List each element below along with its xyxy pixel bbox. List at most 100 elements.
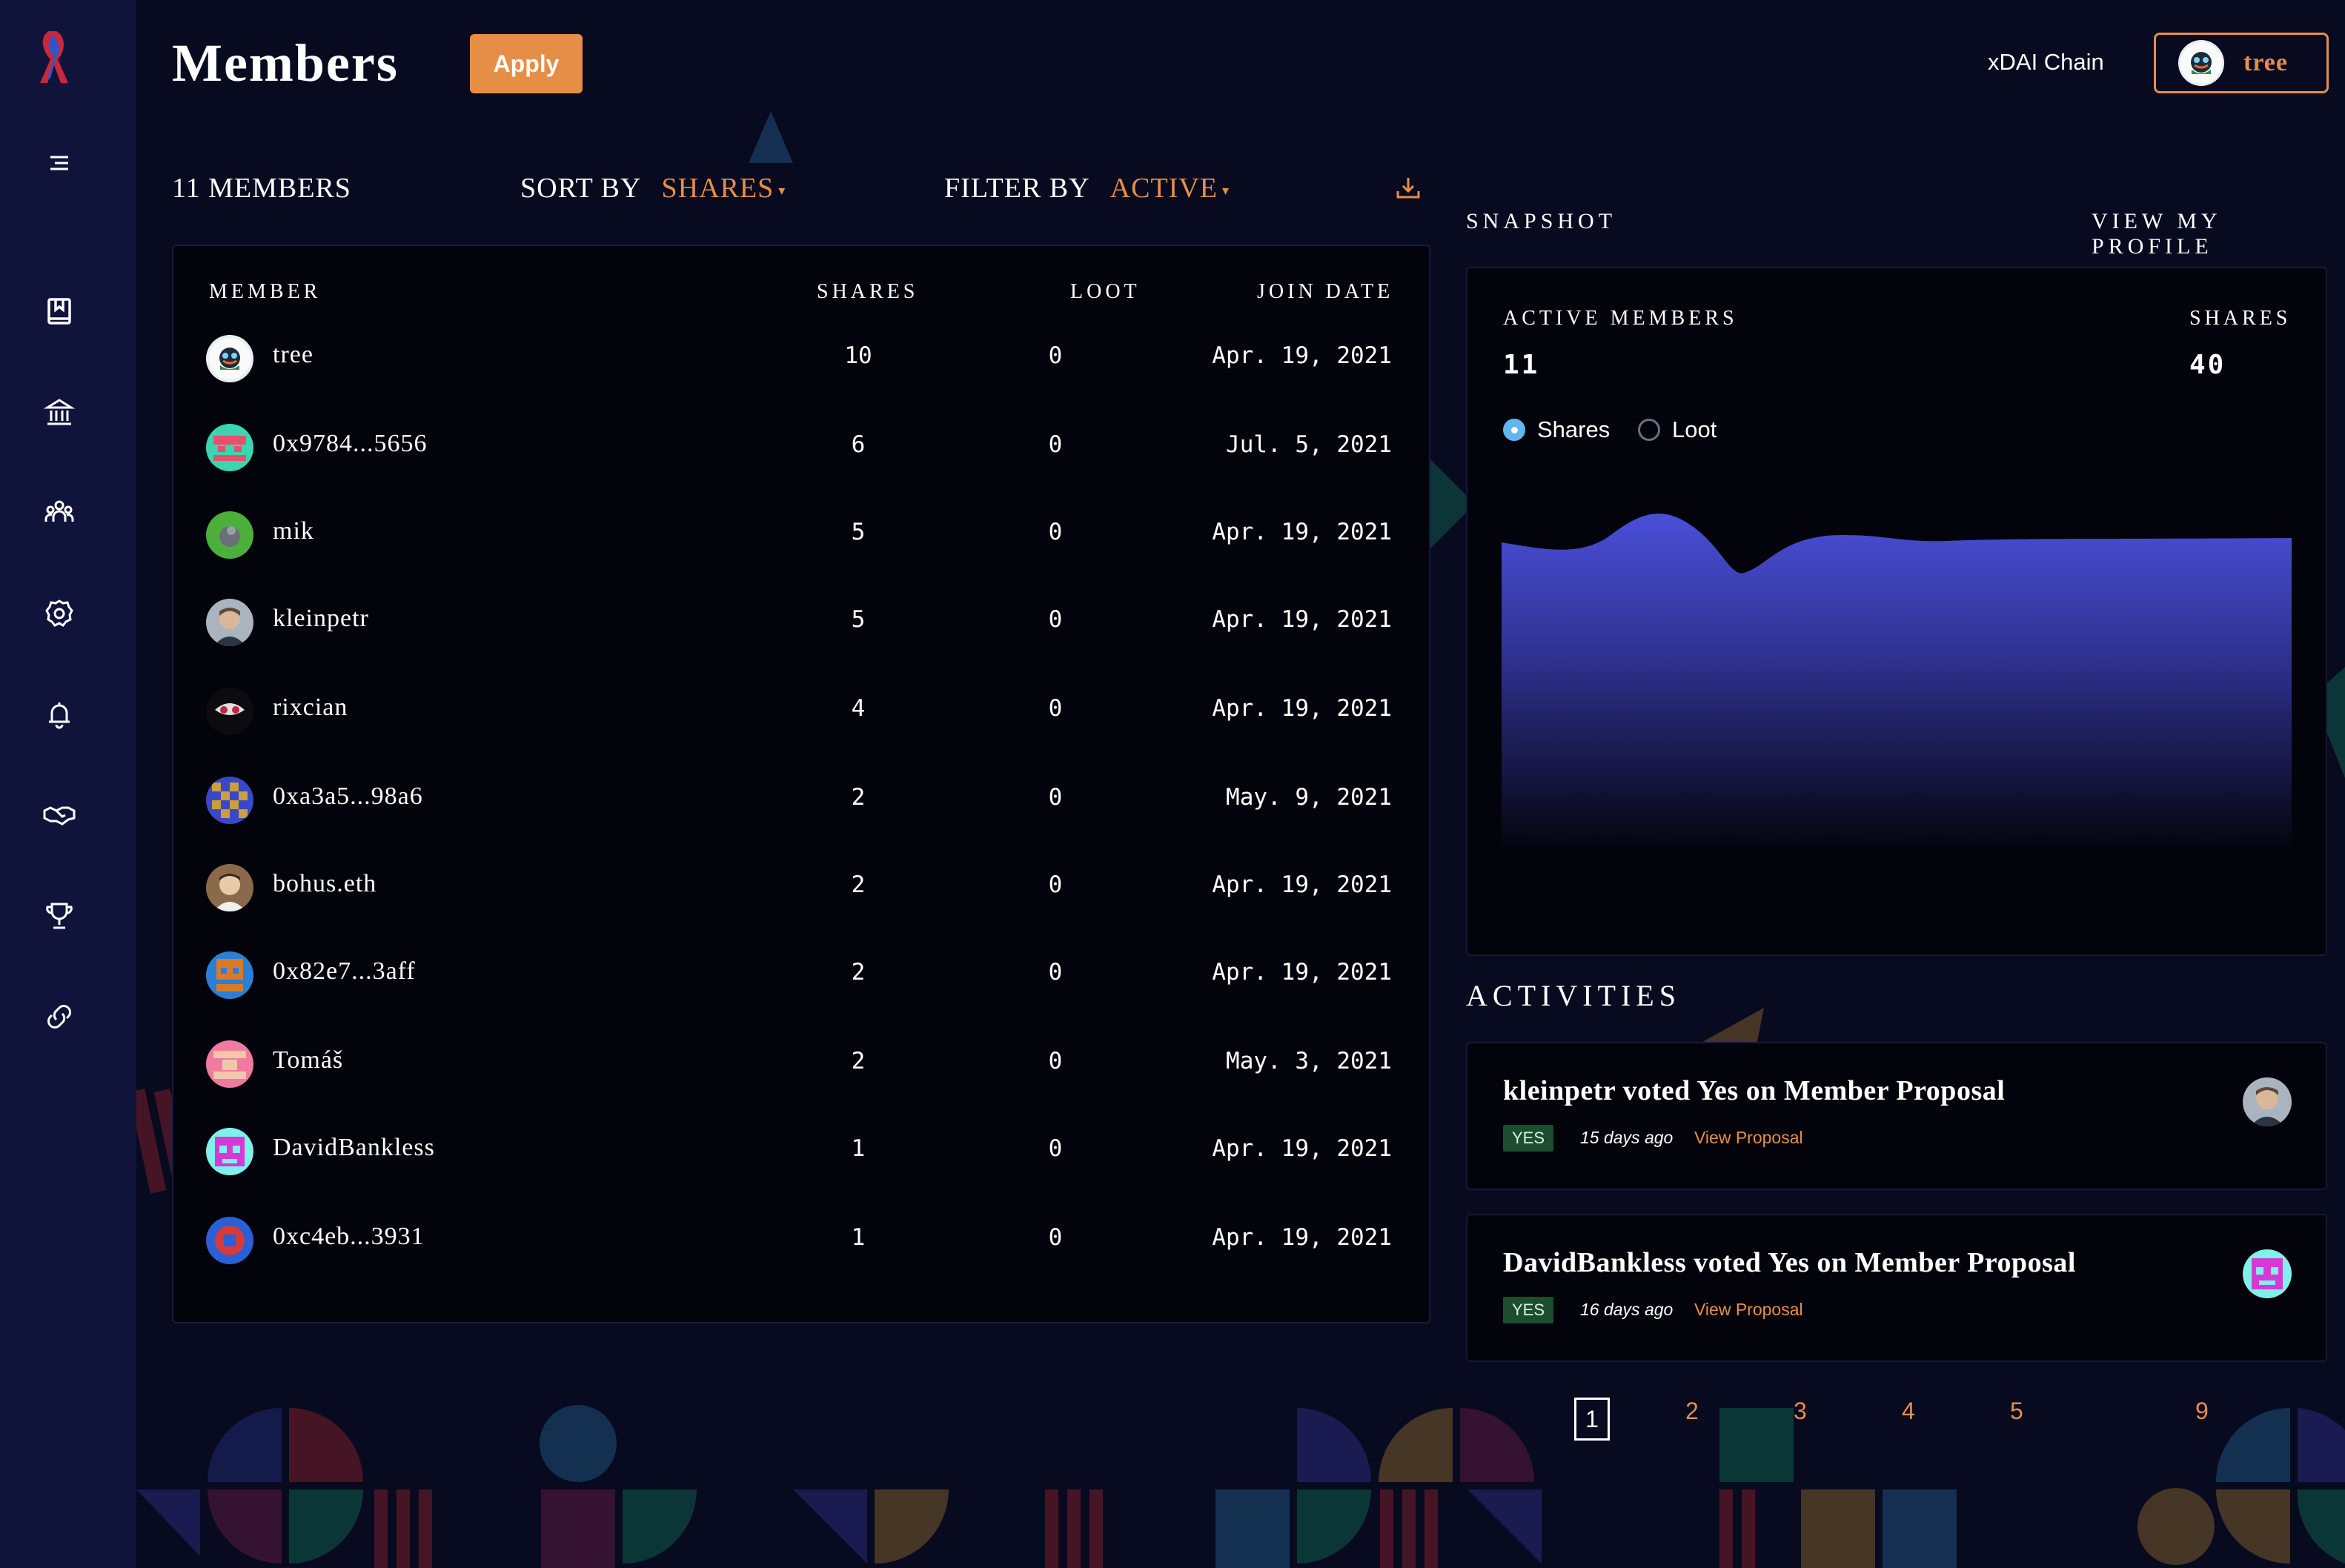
page-1-button[interactable]: 1 xyxy=(1574,1398,1610,1441)
member-join-date: Apr. 19, 2021 xyxy=(1212,871,1392,898)
member-loot: 0 xyxy=(1048,342,1063,369)
member-loot: 0 xyxy=(1048,784,1063,811)
apply-button[interactable]: Apply xyxy=(470,34,583,93)
avatar[interactable] xyxy=(206,951,253,999)
member-name[interactable]: mik xyxy=(273,517,314,545)
chain-indicator[interactable]: xDAI Chain xyxy=(1988,49,2104,76)
member-shares: 10 xyxy=(844,342,872,369)
table-row[interactable]: 0xc4eb...3931 1 0 Apr. 19, 2021 xyxy=(206,1211,1392,1270)
table-row[interactable]: 0xa3a5...98a6 2 0 May. 9, 2021 xyxy=(206,771,1392,830)
page-4-button[interactable]: 4 xyxy=(1902,1398,1915,1425)
avatar[interactable] xyxy=(206,688,253,735)
page-5-button[interactable]: 5 xyxy=(2010,1398,2023,1425)
page-9-button[interactable]: 9 xyxy=(2195,1398,2209,1425)
snapshot-label: SNAPSHOT xyxy=(1466,209,1617,233)
member-shares: 1 xyxy=(851,1135,866,1162)
member-name[interactable]: Tomáš xyxy=(273,1046,343,1074)
view-profile-link[interactable]: VIEW MY PROFILE xyxy=(2092,209,2345,259)
avatar[interactable] xyxy=(206,777,253,824)
column-header-join-date[interactable]: JOIN DATE xyxy=(1257,280,1393,304)
member-count: 11 MEMBERS xyxy=(172,173,351,204)
radio-loot-label: Loot xyxy=(1672,416,1717,442)
user-profile-button[interactable]: tree xyxy=(2154,33,2329,93)
chevron-down-icon[interactable]: ▾ xyxy=(778,183,786,199)
table-row[interactable]: 0x9784...5656 6 0 Jul. 5, 2021 xyxy=(206,418,1392,477)
member-loot: 0 xyxy=(1048,1224,1063,1251)
member-name[interactable]: bohus.eth xyxy=(273,870,377,898)
avatar xyxy=(2178,40,2224,86)
column-header-loot[interactable]: LOOT xyxy=(1070,280,1141,304)
member-shares: 4 xyxy=(851,695,866,722)
member-name[interactable]: tree xyxy=(273,341,314,369)
chevron-down-icon[interactable]: ▾ xyxy=(1222,183,1230,199)
view-proposal-link[interactable]: View Proposal xyxy=(1694,1300,1803,1320)
radio-shares[interactable]: Shares xyxy=(1503,416,1610,443)
member-name[interactable]: rixcian xyxy=(273,694,348,722)
member-name[interactable]: 0xa3a5...98a6 xyxy=(273,783,423,811)
table-row[interactable]: DavidBankless 1 0 Apr. 19, 2021 xyxy=(206,1122,1392,1181)
member-loot: 0 xyxy=(1048,1048,1063,1074)
member-name[interactable]: 0xc4eb...3931 xyxy=(273,1223,425,1251)
radio-button[interactable] xyxy=(1503,419,1525,441)
member-join-date: Apr. 19, 2021 xyxy=(1212,959,1392,986)
active-members-label: ACTIVE MEMBERS xyxy=(1503,307,1738,330)
member-shares: 6 xyxy=(851,431,866,458)
avatar[interactable] xyxy=(206,1217,253,1264)
member-join-date: Apr. 19, 2021 xyxy=(1212,1135,1392,1162)
page-3-button[interactable]: 3 xyxy=(1794,1398,1807,1425)
view-proposal-link[interactable]: View Proposal xyxy=(1694,1128,1803,1148)
member-loot: 0 xyxy=(1048,431,1063,458)
member-join-date: Apr. 19, 2021 xyxy=(1212,606,1392,633)
table-row[interactable]: rixcian 4 0 Apr. 19, 2021 xyxy=(206,682,1392,741)
radio-button[interactable] xyxy=(1638,419,1660,441)
table-row[interactable]: kleinpetr 5 0 Apr. 19, 2021 xyxy=(206,593,1392,652)
member-name[interactable]: DavidBankless xyxy=(273,1134,435,1162)
member-loot: 0 xyxy=(1048,871,1063,898)
main-content: Members Apply xDAI Chain tree 11 MEMBERS… xyxy=(0,0,2345,1568)
member-join-date: Apr. 19, 2021 xyxy=(1212,1224,1392,1251)
member-join-date: Apr. 19, 2021 xyxy=(1212,342,1392,369)
table-row[interactable]: bohus.eth 2 0 Apr. 19, 2021 xyxy=(206,858,1392,917)
member-shares: 2 xyxy=(851,871,866,898)
member-loot: 0 xyxy=(1048,695,1063,722)
page-title: Members xyxy=(172,33,399,93)
snapshot-card: ACTIVE MEMBERS 11 SHARES 40 Shares Loot xyxy=(1466,267,2327,956)
radio-shares-label: Shares xyxy=(1537,416,1611,442)
page-2-button[interactable]: 2 xyxy=(1685,1398,1699,1425)
member-join-date: May. 3, 2021 xyxy=(1226,1048,1392,1074)
sort-control[interactable]: SORT BY SHARES ▾ xyxy=(520,172,786,205)
member-shares: 2 xyxy=(851,959,866,986)
sort-value[interactable]: SHARES xyxy=(662,173,775,204)
filter-control[interactable]: FILTER BY ACTIVE ▾ xyxy=(944,172,1230,205)
table-row[interactable]: mik 5 0 Apr. 19, 2021 xyxy=(206,505,1392,565)
avatar[interactable] xyxy=(2243,1249,2292,1298)
table-row[interactable]: 0x82e7...3aff 2 0 Apr. 19, 2021 xyxy=(206,946,1392,1005)
filter-value[interactable]: ACTIVE xyxy=(1110,173,1218,204)
member-name[interactable]: 0x9784...5656 xyxy=(273,430,428,458)
member-name[interactable]: 0x82e7...3aff xyxy=(273,957,416,986)
member-name[interactable]: kleinpetr xyxy=(273,605,369,633)
member-join-date: Jul. 5, 2021 xyxy=(1226,431,1392,458)
member-shares: 1 xyxy=(851,1224,866,1251)
sort-label: SORT BY xyxy=(520,173,641,204)
avatar[interactable] xyxy=(206,1128,253,1175)
avatar[interactable] xyxy=(206,599,253,646)
radio-loot[interactable]: Loot xyxy=(1638,416,1717,443)
activities-title: ACTIVITIES xyxy=(1466,979,1681,1012)
download-icon[interactable] xyxy=(1395,175,1422,202)
activity-item: DavidBankless voted Yes on Member Propos… xyxy=(1466,1214,2327,1362)
avatar[interactable] xyxy=(206,335,253,382)
avatar[interactable] xyxy=(206,511,253,559)
avatar[interactable] xyxy=(206,864,253,911)
active-members-value: 11 xyxy=(1503,350,1540,380)
avatar[interactable] xyxy=(206,424,253,471)
member-loot: 0 xyxy=(1048,519,1063,545)
table-row[interactable]: tree 10 0 Apr. 19, 2021 xyxy=(206,329,1392,388)
member-join-date: Apr. 19, 2021 xyxy=(1212,519,1392,545)
column-header-member[interactable]: MEMBER xyxy=(209,280,321,304)
avatar[interactable] xyxy=(2243,1077,2292,1126)
column-header-shares[interactable]: SHARES xyxy=(817,280,918,304)
member-shares: 2 xyxy=(851,784,866,811)
table-row[interactable]: Tomáš 2 0 May. 3, 2021 xyxy=(206,1034,1392,1094)
avatar[interactable] xyxy=(206,1040,253,1088)
